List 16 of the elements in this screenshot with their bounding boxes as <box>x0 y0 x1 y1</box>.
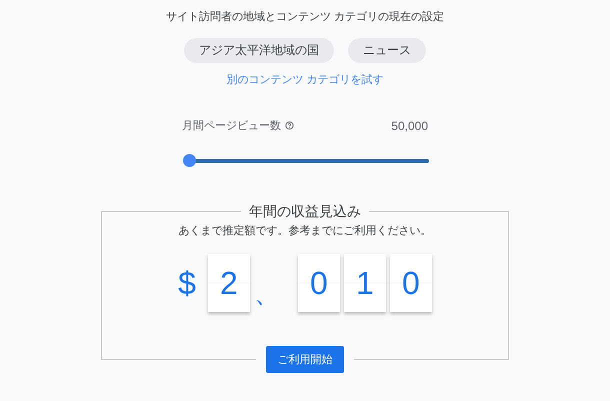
category-chip[interactable]: アジア太平洋地域の国 <box>184 38 334 63</box>
estimate-title: 年間の収益見込み <box>248 203 362 219</box>
currency-symbol: $ <box>178 264 196 302</box>
digit-card: 0 <box>298 254 340 312</box>
help-icon[interactable] <box>285 121 294 130</box>
slider-thumb[interactable] <box>183 154 196 166</box>
get-started-button[interactable]: ご利用開始 <box>266 346 344 373</box>
pageviews-value: 50,000 <box>391 118 428 132</box>
digit-card: 2 <box>208 254 250 312</box>
pageviews-label: 月間ページビュー数 <box>182 119 281 133</box>
digit-card: 1 <box>344 254 386 312</box>
category-chip[interactable]: ニュース <box>348 38 426 63</box>
digit-card: 0 <box>390 254 432 312</box>
settings-heading: サイト訪問者の地域とコンテンツ カテゴリの現在の設定 <box>166 10 444 25</box>
digit-separator: 、 <box>254 277 281 310</box>
estimate-note: あくまで推定額です。参考までにご利用ください。 <box>178 224 432 238</box>
